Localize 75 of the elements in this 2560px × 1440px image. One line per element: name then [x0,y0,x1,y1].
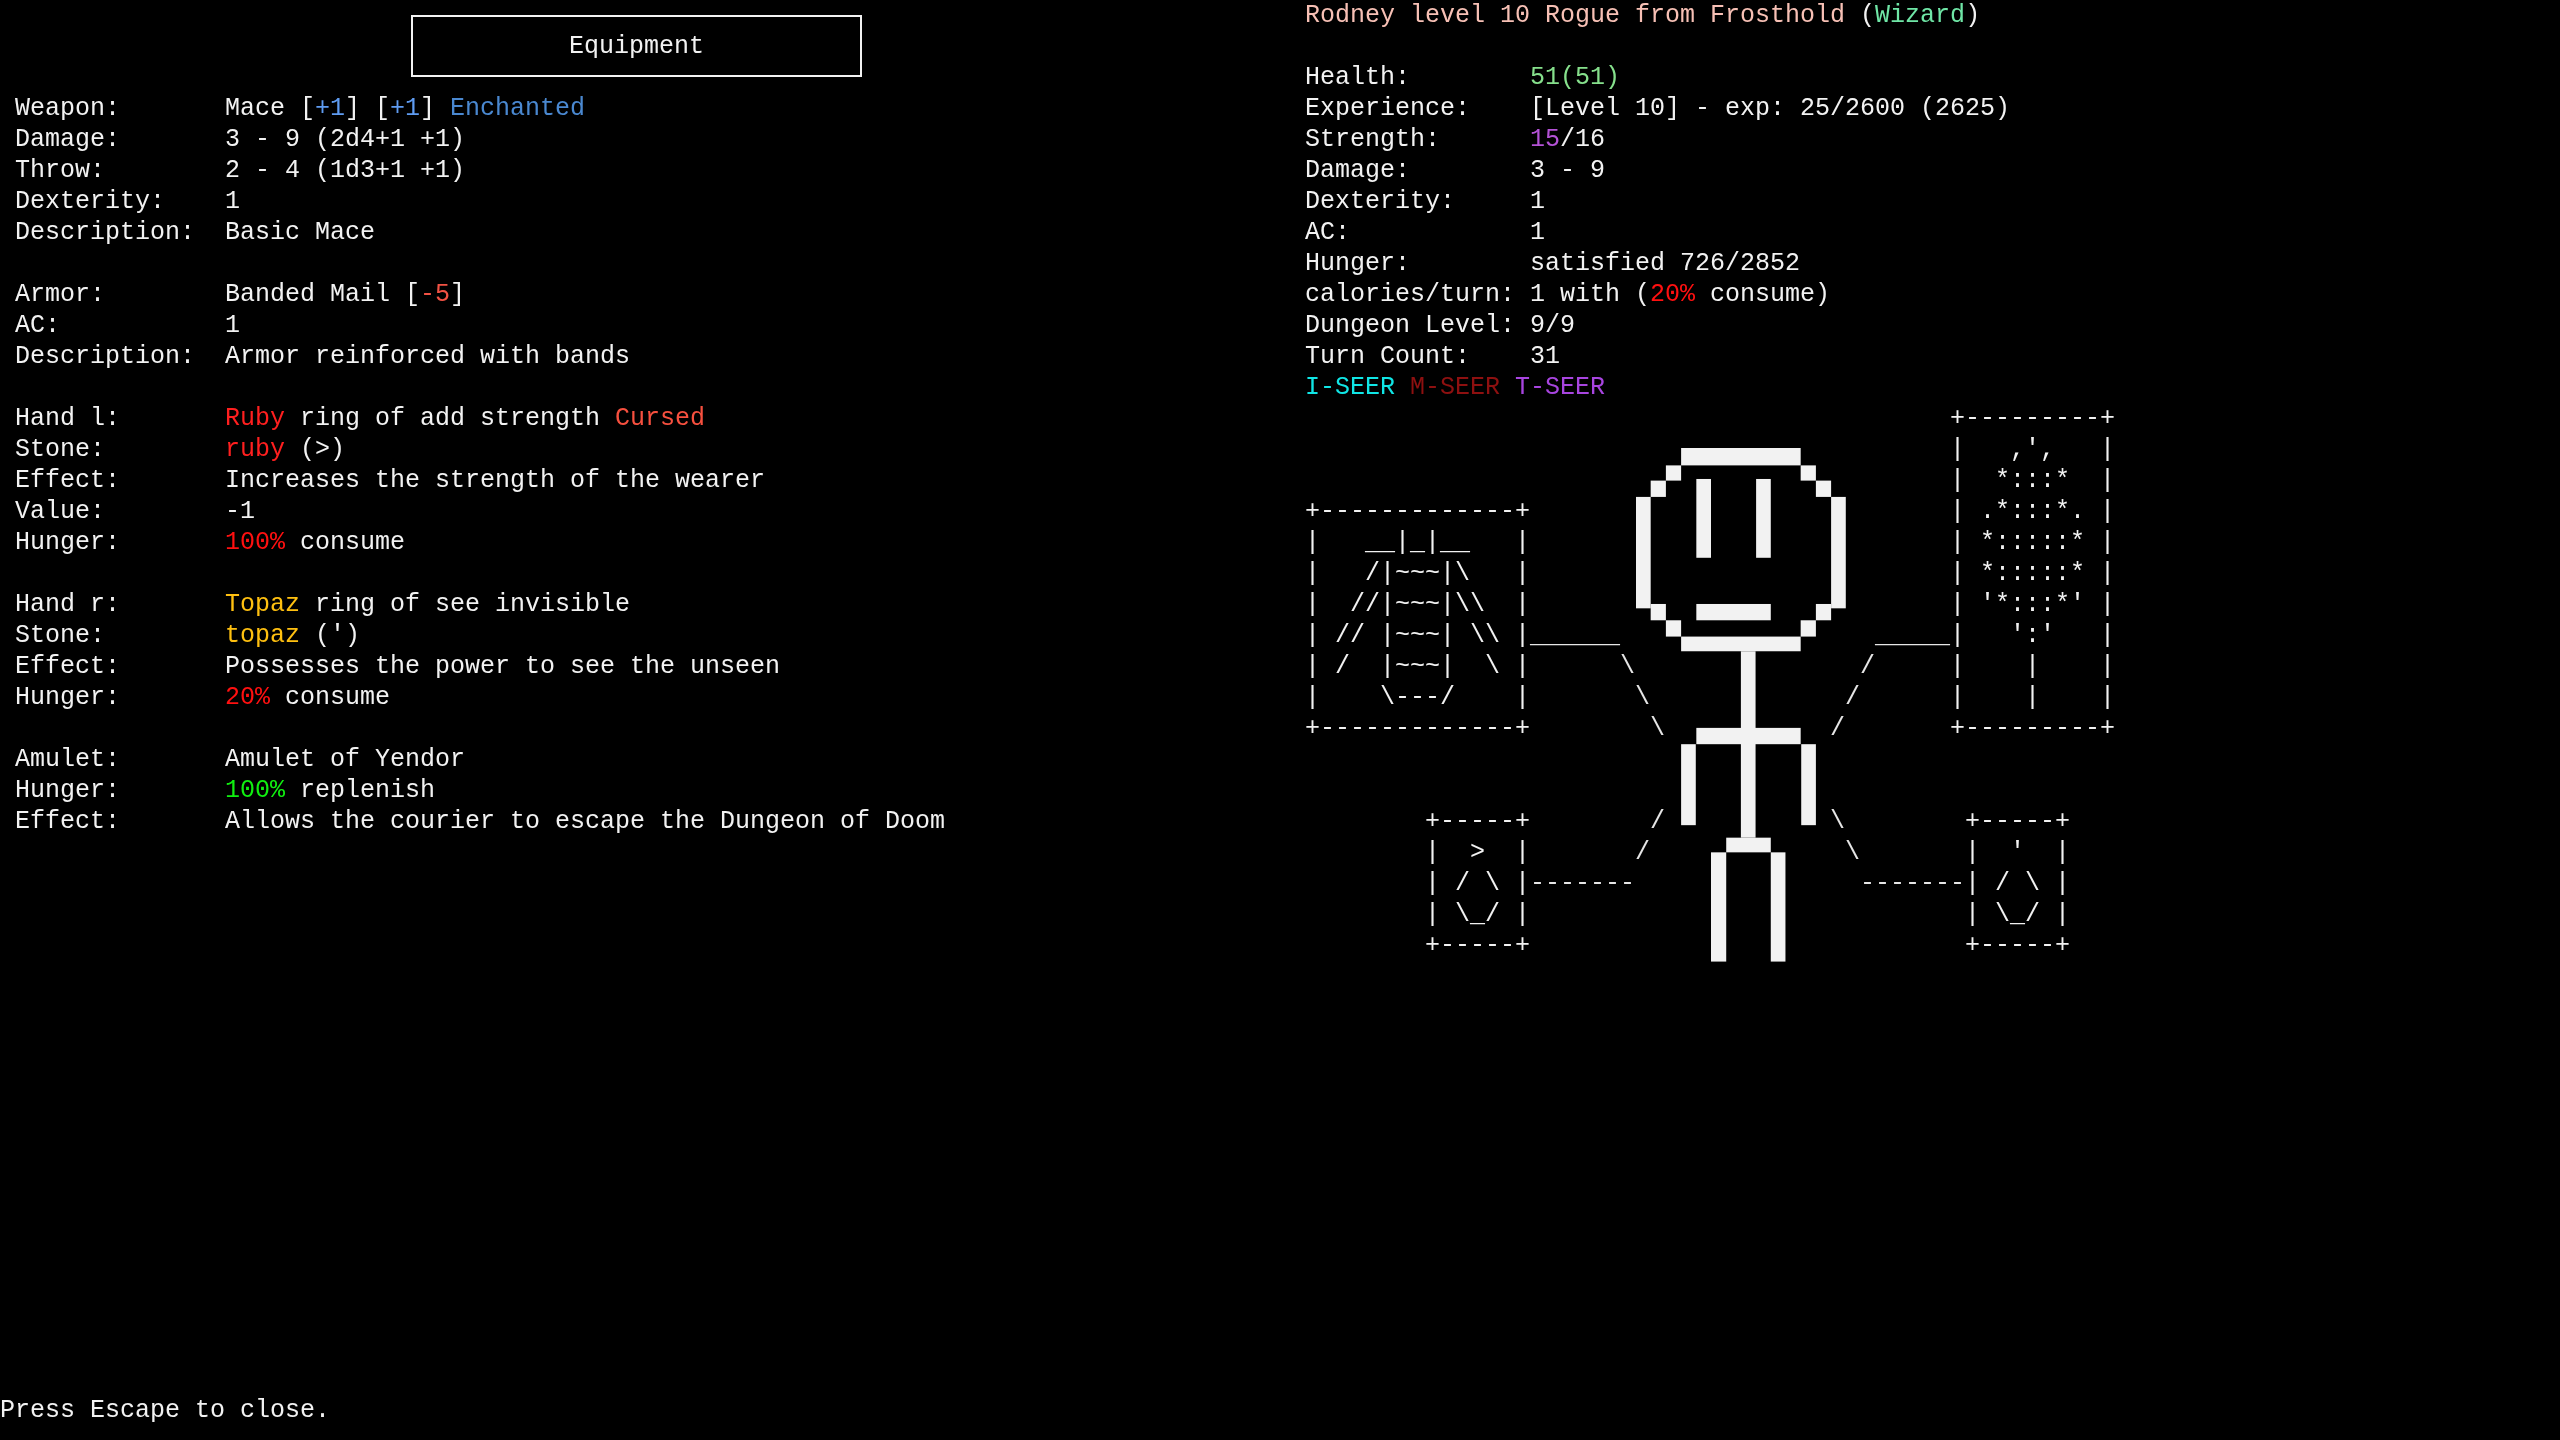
field-value: 100% replenish [225,775,437,806]
stat-label: Health: [1305,62,1412,93]
field-label: Armor: [15,279,106,310]
field-value: Basic Mace [225,217,377,248]
field-label: Damage: [15,124,122,155]
stat-value: 1 with (20% consume) [1530,279,1832,310]
equipment-title: Equipment [411,15,862,77]
footer-hint: Press Escape to close. [0,1395,331,1426]
stat-value: 9/9 [1530,310,1576,341]
stat-label: Dungeon Level: [1305,310,1517,341]
stat-label: Damage: [1305,155,1412,186]
stat-label: Strength: [1305,124,1442,155]
stat-label: Hunger: [1305,248,1412,279]
field-label: Weapon: [15,93,122,124]
field-value: Possesses the power to see the unseen [225,651,782,682]
stat-value: [Level 10] - exp: 25/2600 (2625) [1530,93,2012,124]
field-value: Mace [+1] [+1] Enchanted [225,93,587,124]
stat-label: calories/turn: [1305,279,1517,310]
stat-label: Turn Count: [1305,341,1472,372]
field-value: Armor reinforced with bands [225,341,632,372]
status-tag: M-SEER [1410,372,1501,403]
connector-ascii-art: / / ------- [1530,806,1666,899]
field-value: Ruby ring of add strength Cursed [225,403,707,434]
field-value: 1 [225,310,241,341]
field-label: Hunger: [15,775,122,806]
stat-label: Dexterity: [1305,186,1457,217]
stat-label: Experience: [1305,93,1472,124]
ring-ascii-art: +-----+ | ' | | / \ | | \_/ | +-----+ [1965,806,2071,961]
field-label: Hunger: [15,682,122,713]
field-label: Stone: [15,434,106,465]
stat-value: 51(51) [1530,62,1621,93]
field-label: Value: [15,496,106,527]
field-label: Description: [15,341,197,372]
field-label: Stone: [15,620,106,651]
field-value: Amulet of Yendor [225,744,467,775]
connector-ascii-art: ______ \ \ \ [1530,620,1666,744]
connector-ascii-art: \ \ ------- [1830,806,1966,899]
field-value: Allows the courier to escape the Dungeon of Doom [225,806,947,837]
stat-value: 31 [1530,341,1561,372]
field-label: AC: [15,310,61,341]
field-label: Effect: [15,465,122,496]
field-value: 20% consume [225,682,392,713]
field-label: Effect: [15,806,122,837]
field-value: ruby (>) [225,434,347,465]
stat-value: 1 [1530,186,1546,217]
status-tag: T-SEER [1515,372,1606,403]
amulet-ascii-art: +---------+ | ,', | | *:::* | | .*:::*. | | *:::::* | | *:::::* | | '*:::*' | | ':' | | | | | | | +---------+ [1950,403,2116,744]
field-value: topaz (') [225,620,362,651]
field-label: Description: [15,217,197,248]
field-label: Effect: [15,651,122,682]
stat-value: 3 - 9 [1530,155,1606,186]
field-value: -1 [225,496,256,527]
armor-ascii-art: +-------------+ | __|_|__ | | /|~~~|\ | | //|~~~|\\ | | // |~~~| \\ | | / |~~~| \ | | \---/ | +-------------+ [1305,496,1531,744]
status-tag: I-SEER [1305,372,1395,403]
field-value: 1 [225,186,241,217]
connector-ascii-art: _____ [1875,620,1950,651]
field-value: 100% consume [225,527,407,558]
character-title: Rodney level 10 Rogue from Frosthold (Wizard) [1305,0,1981,31]
field-value: Banded Mail [-5] [225,279,467,310]
stat-label: AC: [1305,217,1351,248]
field-label: Dexterity: [15,186,167,217]
ring-ascii-art: +-----+ | > | | / \ | | \_/ | +-----+ [1425,806,1531,961]
field-label: Throw: [15,155,106,186]
field-value: Increases the strength of the wearer [225,465,767,496]
connector-ascii-art: / / / [1830,651,1875,744]
field-label: Hand r: [15,589,122,620]
stat-value: satisfied 726/2852 [1530,248,1802,279]
field-label: Hunger: [15,527,122,558]
field-value: 3 - 9 (2d4+1 +1) [225,124,467,155]
stat-value: 15/16 [1530,124,1607,155]
field-label: Amulet: [15,744,122,775]
field-value: Topaz ring of see invisible [225,589,632,620]
field-label: Hand l: [15,403,122,434]
field-value: 2 - 4 (1d3+1 +1) [225,155,467,186]
stat-value: 1 [1530,217,1546,248]
